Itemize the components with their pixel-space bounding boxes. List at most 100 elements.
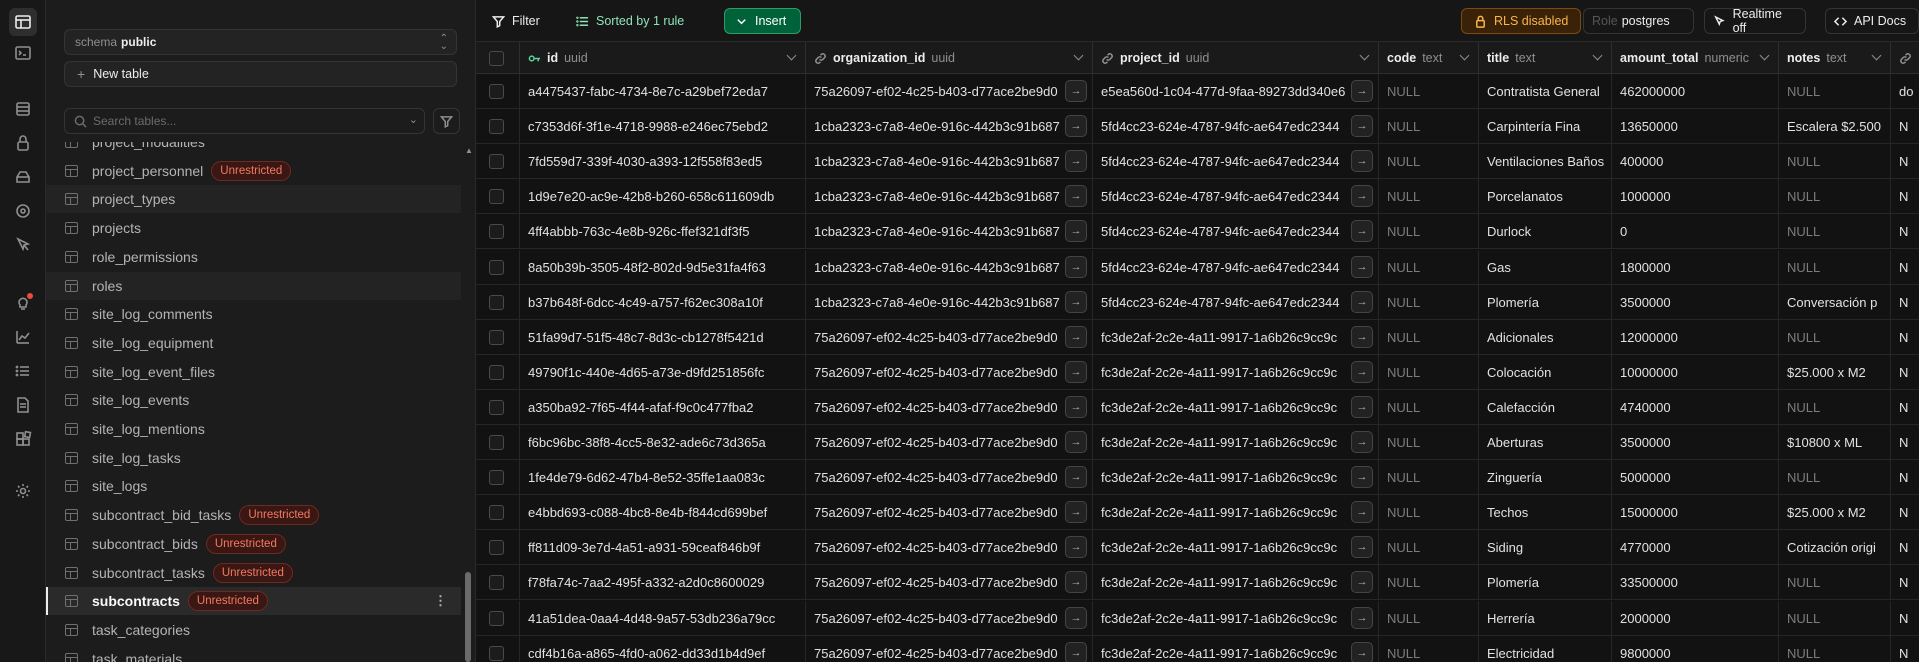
cell-partial[interactable]: N [1891, 565, 1919, 600]
cell-project-id[interactable]: fc3de2af-2c2e-4a11-9917-1a6b26c9cc9c → [1093, 425, 1379, 460]
table-row[interactable]: 1fe4de79-6d62-47b4-8e52-35ffe1aa083c 75a2… [476, 460, 1919, 496]
cell-id[interactable]: cdf4b16a-a865-4fd0-a062-dd33d1b4d9ef [520, 635, 806, 662]
foreign-key-arrow-icon[interactable]: → [1065, 360, 1087, 383]
cell-partial[interactable]: N [1891, 495, 1919, 530]
cell-partial[interactable]: N [1891, 144, 1919, 179]
table-item-project-types[interactable]: project_types [46, 185, 461, 214]
scrollbar-thumb[interactable] [465, 572, 471, 662]
cell-organization-id[interactable]: 75a26097-ef02-4c25-b403-d77ace2be9d0 → [806, 530, 1093, 566]
cell-code[interactable]: NULL [1379, 565, 1479, 601]
cell-amount-total[interactable]: 33500000 [1612, 565, 1779, 601]
cell-id[interactable]: 41a51dea-0aa4-4d48-9a57-53db236a79cc [520, 600, 806, 636]
cell-notes[interactable]: Cotización origi [1779, 530, 1891, 566]
cell-code[interactable]: NULL [1379, 600, 1479, 636]
table-item-subcontract-tasks[interactable]: subcontract_tasks Unrestricted [46, 559, 461, 587]
foreign-key-arrow-icon[interactable]: → [1351, 431, 1373, 453]
foreign-key-arrow-icon[interactable]: → [1065, 290, 1087, 313]
table-row[interactable]: f6bc96bc-38f8-4cc5-8e32-ade6c73d365a 75a2… [476, 425, 1919, 460]
more-vertical-icon[interactable]: ⋮ [434, 593, 447, 609]
cell-partial[interactable]: N [1891, 355, 1919, 390]
table-item-site-log-comments[interactable]: site_log_comments [46, 300, 461, 328]
cell-project-id[interactable]: fc3de2af-2c2e-4a11-9917-1a6b26c9cc9c → [1093, 354, 1379, 390]
cell-id[interactable]: 7fd559d7-339f-4030-a393-12f558f83ed5 [520, 144, 806, 180]
cell-amount-total[interactable]: 0 [1612, 214, 1779, 250]
foreign-key-arrow-icon[interactable]: → [1351, 395, 1373, 418]
table-row[interactable]: f78fa74c-7aa2-495f-a332-a2d0c8600029 75a2… [476, 565, 1919, 601]
cell-project-id[interactable]: fc3de2af-2c2e-4a11-9917-1a6b26c9cc9c → [1093, 495, 1379, 531]
cell-organization-id[interactable]: 1cba2323-c7a8-4e0e-916c-442b3c91b687 → [806, 249, 1093, 285]
table-row[interactable]: ff811d09-3e7d-4a51-a931-59ceaf846b9f 75a2… [476, 530, 1919, 566]
chevron-down-icon[interactable] [1871, 50, 1882, 61]
cell-organization-id[interactable]: 75a26097-ef02-4c25-b403-d77ace2be9d0 → [806, 495, 1093, 531]
cell-organization-id[interactable]: 75a26097-ef02-4c25-b403-d77ace2be9d0 → [806, 565, 1093, 601]
row-checkbox[interactable] [489, 610, 504, 626]
table-item-role-permissions[interactable]: role_permissions [46, 243, 461, 271]
cell-organization-id[interactable]: 75a26097-ef02-4c25-b403-d77ace2be9d0 → [806, 635, 1093, 662]
table-row[interactable]: 7fd559d7-339f-4030-a393-12f558f83ed5 1cba… [476, 144, 1919, 180]
cell-amount-total[interactable]: 13650000 [1612, 109, 1779, 145]
cell-code[interactable]: NULL [1379, 460, 1479, 496]
api-docs-button[interactable]: API Docs [1825, 8, 1919, 34]
cell-id[interactable]: e4bbd693-c088-4bc8-8e4b-f844cd699bef [520, 495, 806, 531]
cell-id[interactable]: b37b648f-6dcc-4c49-a757-f62ec308a10f [520, 284, 806, 320]
chevron-down-icon[interactable] [1073, 50, 1084, 61]
cell-partial[interactable]: N [1891, 320, 1919, 355]
cell-notes[interactable]: $25.000 x M2 [1779, 354, 1891, 390]
cell-notes[interactable]: $25.000 x M2 [1779, 495, 1891, 531]
table-row[interactable]: cdf4b16a-a865-4fd0-a062-dd33d1b4d9ef 75a2… [476, 635, 1919, 662]
cell-title[interactable]: Herrería [1479, 600, 1612, 636]
cell-project-id[interactable]: 5fd4cc23-624e-4787-94fc-ae647edc2344 → [1093, 249, 1379, 285]
cell-title[interactable]: Adicionales [1479, 319, 1612, 355]
table-item-site-log-equipment[interactable]: site_log_equipment [46, 329, 461, 357]
foreign-key-arrow-icon[interactable]: → [1351, 255, 1373, 278]
cell-project-id[interactable]: fc3de2af-2c2e-4a11-9917-1a6b26c9cc9c → [1093, 530, 1379, 566]
cell-id[interactable]: a4475437-fabc-4734-8e7c-a29bef72eda7 [520, 74, 806, 109]
table-row[interactable]: 51fa99d7-51f5-48c7-8d3c-cb1278f5421d 75a2… [476, 319, 1919, 355]
cell-code[interactable]: NULL [1379, 214, 1479, 250]
cell-partial[interactable]: N [1891, 636, 1919, 662]
role-selector[interactable]: Role postgres [1583, 8, 1694, 34]
cell-amount-total[interactable]: 9800000 [1612, 635, 1779, 662]
table-item-task-categories[interactable]: task_categories [46, 616, 461, 644]
cell-amount-total[interactable]: 3500000 [1612, 284, 1779, 320]
cell-notes[interactable]: Conversación p [1779, 284, 1891, 320]
table-item-projects[interactable]: projects [46, 214, 461, 242]
filter-tables-button[interactable] [433, 108, 460, 134]
cell-code[interactable]: NULL [1379, 495, 1479, 531]
cell-organization-id[interactable]: 75a26097-ef02-4c25-b403-d77ace2be9d0 → [806, 600, 1093, 636]
cell-amount-total[interactable]: 4740000 [1612, 389, 1779, 425]
cell-organization-id[interactable]: 75a26097-ef02-4c25-b403-d77ace2be9d0 → [806, 460, 1093, 496]
foreign-key-arrow-icon[interactable]: → [1065, 80, 1087, 102]
foreign-key-arrow-icon[interactable]: → [1351, 501, 1373, 524]
cell-code[interactable]: NULL [1379, 249, 1479, 285]
cell-notes[interactable]: NULL [1779, 214, 1891, 250]
cell-organization-id[interactable]: 1cba2323-c7a8-4e0e-916c-442b3c91b687 → [806, 214, 1093, 250]
cell-notes[interactable]: $10800 x ML [1779, 425, 1891, 460]
foreign-key-arrow-icon[interactable]: → [1351, 290, 1373, 313]
cell-organization-id[interactable]: 75a26097-ef02-4c25-b403-d77ace2be9d0 → [806, 389, 1093, 425]
cell-amount-total[interactable]: 4770000 [1612, 530, 1779, 566]
cell-organization-id[interactable]: 75a26097-ef02-4c25-b403-d77ace2be9d0 → [806, 354, 1093, 390]
foreign-key-arrow-icon[interactable]: → [1351, 641, 1373, 662]
table-row[interactable]: 8a50b39b-3505-48f2-802d-9d5e31fa4f63 1cba… [476, 249, 1919, 285]
row-checkbox[interactable] [489, 154, 504, 170]
cell-title[interactable]: Techos [1479, 495, 1612, 531]
table-editor-icon[interactable] [9, 8, 37, 36]
foreign-key-arrow-icon[interactable]: → [1351, 325, 1373, 348]
cell-notes[interactable]: NULL [1779, 74, 1891, 109]
cell-code[interactable]: NULL [1379, 284, 1479, 320]
column-header-partial[interactable] [1891, 42, 1919, 74]
foreign-key-arrow-icon[interactable]: → [1065, 325, 1087, 348]
cell-project-id[interactable]: fc3de2af-2c2e-4a11-9917-1a6b26c9cc9c → [1093, 600, 1379, 636]
cell-code[interactable]: NULL [1379, 74, 1479, 109]
table-item-project-personnel[interactable]: project_personnel Unrestricted [46, 157, 461, 185]
cell-partial[interactable]: N [1891, 460, 1919, 495]
cell-title[interactable]: Plomería [1479, 565, 1612, 601]
foreign-key-arrow-icon[interactable]: → [1065, 150, 1087, 173]
cell-notes[interactable]: Escalera $2.500 [1779, 109, 1891, 145]
table-row[interactable]: 4ff4abbb-763c-4e8b-926c-ffef321df3f5 1cba… [476, 214, 1919, 250]
scroll-up-arrow-icon[interactable]: ▲ [465, 146, 473, 155]
cell-title[interactable]: Plomería [1479, 284, 1612, 320]
cell-amount-total[interactable]: 3500000 [1612, 425, 1779, 460]
reports-chart-icon[interactable] [12, 326, 34, 348]
